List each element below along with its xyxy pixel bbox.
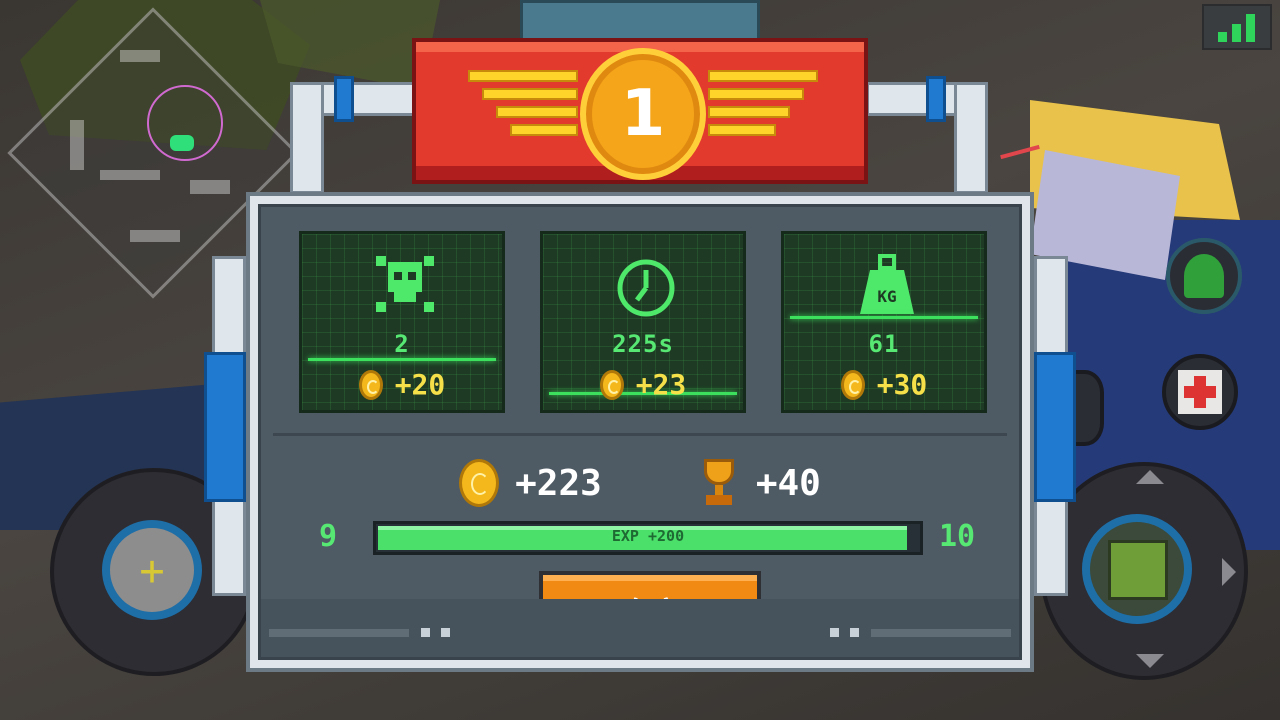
arrow-up-icon	[1136, 470, 1164, 484]
weight-icon: KG	[860, 254, 914, 314]
pipe	[954, 82, 988, 194]
total-coins: +223	[515, 462, 602, 504]
kills-reward: +20	[302, 368, 502, 401]
exp-label: EXP +200	[611, 527, 685, 545]
exp-bar: EXP +200	[373, 521, 923, 555]
pipe-joint	[926, 76, 946, 122]
kills-stat-card: 2 +20	[299, 231, 505, 413]
time-value: 225s	[612, 330, 674, 358]
panel-footer	[261, 599, 1019, 657]
trophy-icon	[698, 459, 740, 507]
pipe-joint	[204, 352, 246, 502]
mushroom-cloud-icon	[1184, 254, 1224, 298]
joystick-knob[interactable]: +	[102, 520, 202, 620]
footer-dot	[421, 628, 430, 637]
minimap-wall	[190, 180, 230, 194]
tank-icon	[1108, 540, 1168, 600]
skull-icon	[376, 256, 434, 312]
arrow-down-icon	[1136, 654, 1164, 668]
coin-icon	[358, 369, 383, 400]
kills-reward-value: +20	[394, 368, 446, 401]
footer-bar	[871, 629, 1011, 637]
minimap-wall	[100, 170, 160, 180]
total-rewards: +223 +40	[261, 459, 1019, 507]
scanline	[790, 316, 978, 319]
results-panel: 2 +20 225s +23 KG 61 +30 +223 +40 9 EXP …	[258, 204, 1022, 660]
coin-icon	[840, 369, 865, 400]
kills-value: 2	[394, 330, 410, 358]
pipe-joint	[1034, 352, 1076, 502]
minimap-wall	[120, 50, 160, 62]
weight-icon-text: KG	[877, 287, 896, 306]
nuke-skill-button[interactable]	[1166, 238, 1242, 314]
weight-reward: +30	[784, 368, 984, 401]
coin-icon	[459, 459, 500, 507]
joystick-knob[interactable]	[1082, 514, 1192, 624]
divider	[273, 433, 1007, 436]
dialog-top-device	[520, 0, 760, 42]
weight-value: 61	[868, 330, 900, 358]
level-current: 9	[319, 519, 338, 554]
footer-dot	[830, 628, 839, 637]
weight-stat-card: KG 61 +30	[781, 231, 987, 413]
coin-icon	[599, 369, 624, 400]
total-trophies: +40	[755, 462, 821, 504]
time-reward: +23	[543, 368, 743, 401]
footer-dot	[441, 628, 450, 637]
player-marker-icon	[170, 135, 194, 151]
weight-reward-value: +30	[876, 368, 928, 401]
signal-bars-icon	[1202, 4, 1272, 50]
right-wing-icon	[708, 70, 828, 150]
level-next: 10	[939, 519, 976, 554]
results-dialog: 2 +20 225s +23 KG 61 +30 +223 +40 9 EXP …	[246, 192, 1034, 672]
minimap-wall	[70, 120, 84, 170]
pipe-joint	[334, 76, 354, 122]
time-stat-card: 225s +23	[540, 231, 746, 413]
scanline	[308, 358, 496, 361]
rank-medal: 1	[580, 48, 706, 180]
minimap-wall	[130, 230, 180, 242]
medkit-skill-button[interactable]	[1162, 354, 1238, 430]
clock-icon	[617, 259, 675, 317]
arrow-right-icon	[1222, 558, 1236, 586]
footer-dot	[850, 628, 859, 637]
time-reward-value: +23	[635, 368, 687, 401]
medkit-icon	[1178, 370, 1222, 414]
rank-banner: 1	[412, 38, 868, 184]
rank-number: 1	[620, 77, 666, 151]
left-wing-icon	[468, 70, 588, 150]
footer-bar	[269, 629, 409, 637]
plus-icon: +	[139, 545, 165, 595]
pipe	[290, 82, 324, 194]
